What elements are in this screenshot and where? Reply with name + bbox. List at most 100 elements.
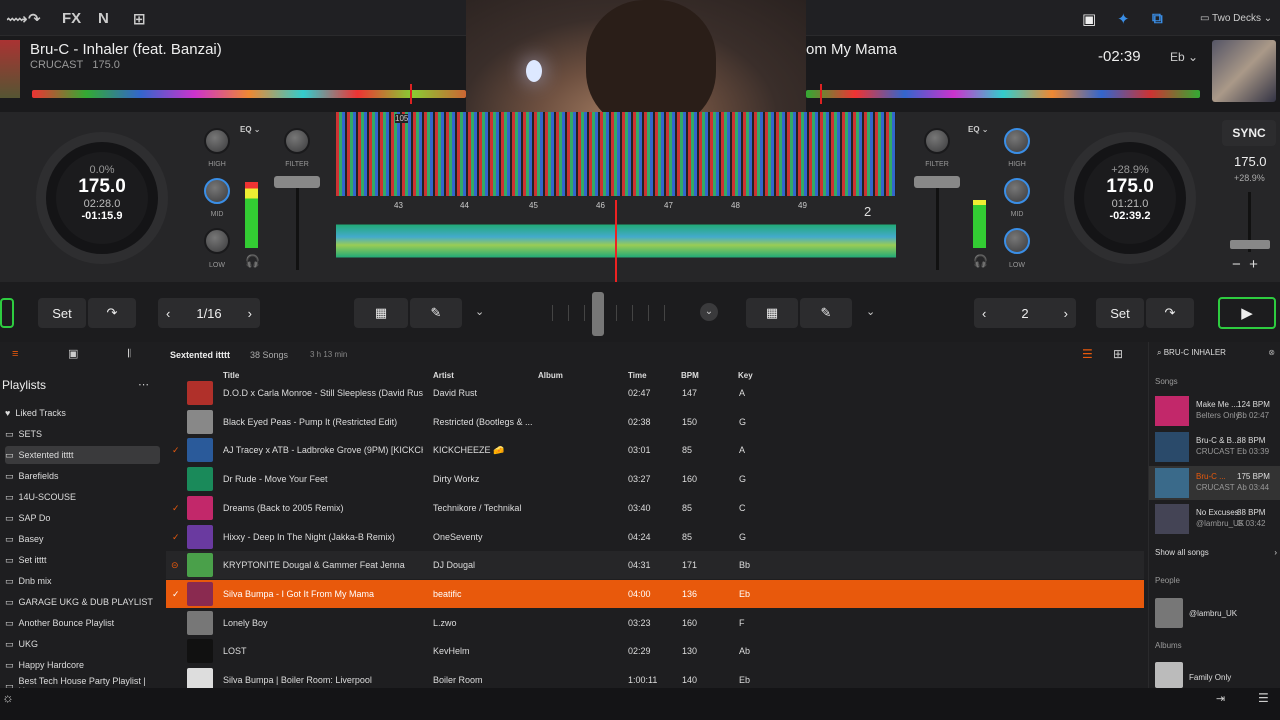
- table-row[interactable]: ✓ Dreams (Back to 2005 Remix) Technikore /…: [166, 494, 1144, 522]
- layout-icon[interactable]: ▣: [1082, 10, 1096, 28]
- deck-b-loop-control[interactable]: ‹ 2 ›: [974, 298, 1076, 328]
- deck-b-more-icon[interactable]: ⌄: [866, 305, 875, 318]
- table-row[interactable]: ⊝ KRYPTONITE Dougal & Gammer Feat Jenna DJ…: [166, 551, 1144, 580]
- track-key: A: [739, 388, 746, 398]
- table-row[interactable]: Black Eyed Peas - Pump It (Restricted Ed…: [166, 408, 1144, 436]
- search-song-item[interactable]: Make Me ... Belters Only 124 BPM Bb 02:47: [1149, 394, 1280, 428]
- deck-b-pitch-fader[interactable]: [1230, 240, 1270, 249]
- search-input[interactable]: ⌕ BRU-C INHALER ⊗: [1157, 348, 1277, 362]
- deck-b-elapsed: 01:21.0: [1111, 198, 1149, 210]
- deck-a-overview-waveform[interactable]: [32, 90, 466, 98]
- deck-a-filter-knob[interactable]: [284, 128, 310, 154]
- crossfader-handle[interactable]: [592, 292, 604, 336]
- deck-b-artwork: [1212, 40, 1276, 102]
- heart-icon: ♥: [5, 408, 11, 418]
- deck-a-set-button[interactable]: Set: [38, 298, 86, 328]
- table-row[interactable]: D.O.D x Carla Monroe - Still Sleepless (…: [166, 379, 1144, 407]
- table-row[interactable]: ✓ AJ Tracey x ATB - Ladbroke Grove (9PM) …: [166, 436, 1144, 464]
- check-icon: ✓: [172, 445, 180, 456]
- grid-icon[interactable]: ⊞: [133, 10, 146, 28]
- playlist-item[interactable]: ▭ GARAGE UKG & DUB PLAYLIST: [5, 593, 160, 611]
- automix-icon[interactable]: ↷: [28, 10, 41, 28]
- deck-b-high-knob[interactable]: [1004, 128, 1030, 154]
- deck-b-mid-knob[interactable]: [1004, 178, 1030, 204]
- deck-b-jog-wheel[interactable]: +28.9% 175.0 01:21.0 -02:39.2: [1064, 132, 1196, 264]
- queue-icon[interactable]: ⇥: [1216, 692, 1225, 705]
- track-time: 1:00:11: [628, 675, 658, 685]
- deck-a-high-knob[interactable]: [204, 128, 230, 154]
- playlist-item[interactable]: ▭ Happy Hardcore: [5, 656, 160, 674]
- grid-view-icon[interactable]: ⊞: [1113, 347, 1123, 361]
- playlist-item[interactable]: ▭ UKG: [5, 635, 160, 653]
- deck-b-play-button[interactable]: ▶: [1218, 297, 1276, 329]
- playlist-item[interactable]: ▭ Set itttt: [5, 551, 160, 569]
- deck-mode-select[interactable]: ▭ Two Decks ⌄: [1200, 13, 1272, 24]
- song-artwork: [1155, 468, 1189, 498]
- deck-b-headphone-icon[interactable]: 🎧: [973, 254, 988, 268]
- deck-b-overview-waveform[interactable]: [806, 90, 1200, 98]
- deck-a-cue-button[interactable]: ↷: [88, 298, 136, 328]
- show-all-songs-link[interactable]: Show all songs ›: [1155, 548, 1279, 557]
- deck-a-detail-waveform[interactable]: [336, 112, 896, 196]
- crossfade-icon[interactable]: ⟿: [6, 10, 28, 28]
- fx-button[interactable]: FX: [62, 10, 81, 27]
- deck-b-key[interactable]: Eb ⌄: [1170, 50, 1198, 64]
- playlist-item[interactable]: ▭ Another Bounce Playlist: [5, 614, 160, 632]
- playlist-item[interactable]: ♥ Liked Tracks: [5, 404, 160, 422]
- list-view-icon[interactable]: ☰: [1082, 347, 1093, 361]
- deck-b-low-knob[interactable]: [1004, 228, 1030, 254]
- waveform-icon[interactable]: ✦: [1117, 10, 1130, 28]
- deck-a-eq-select[interactable]: EQ ⌄: [240, 125, 261, 134]
- deck-a-mid-knob[interactable]: [204, 178, 230, 204]
- person-name[interactable]: @lambru_UK: [1189, 609, 1237, 618]
- library-tab-icon[interactable]: 𝄃: [128, 348, 130, 361]
- files-tab-icon[interactable]: ▣: [68, 347, 78, 360]
- crossfader-menu-icon[interactable]: ⌄: [700, 303, 718, 321]
- deck-a-edit-button[interactable]: ✎: [410, 298, 462, 328]
- search-song-item[interactable]: Bru-C ... CRUCAST 175 BPM Ab 03:44: [1149, 466, 1280, 500]
- deck-b-key-label: Eb: [1170, 50, 1185, 64]
- playlist-item[interactable]: ▭ SAP Do: [5, 509, 160, 527]
- settings-icon[interactable]: ☼: [2, 690, 14, 705]
- deck-a-low-knob[interactable]: [204, 228, 230, 254]
- playlist-item[interactable]: ▭ Basey: [5, 530, 160, 548]
- playlist-item[interactable]: ▭ Sextented itttt: [5, 446, 160, 464]
- deck-b-pitch-minus-plus[interactable]: − +: [1232, 256, 1258, 273]
- deck-a-play-button[interactable]: [0, 298, 14, 328]
- mixer-icon[interactable]: ⧉: [1152, 10, 1163, 27]
- playlist-item[interactable]: ▭ SETS: [5, 425, 160, 443]
- playlists-more-icon[interactable]: ⋯: [138, 378, 149, 391]
- table-row[interactable]: Lonely Boy L.zwo 03:23 160 F: [166, 609, 1144, 637]
- search-song-item[interactable]: Bru-C & B... CRUCAST 88 BPM Eb 03:39: [1149, 430, 1280, 464]
- deck-b-edit-button[interactable]: ✎: [800, 298, 852, 328]
- deck-a-more-icon[interactable]: ⌄: [475, 305, 484, 318]
- deck-a-headphone-icon[interactable]: 🎧: [245, 254, 260, 268]
- deck-a-loop-control[interactable]: ‹ 1/16 ›: [158, 298, 260, 328]
- playlists-tab-icon[interactable]: ≡: [12, 348, 18, 360]
- table-row[interactable]: ✓ Hixxy - Deep In The Night (Jakka-B Remi…: [166, 523, 1144, 551]
- deck-b-set-button[interactable]: Set: [1096, 298, 1144, 328]
- table-row[interactable]: ✓ Silva Bumpa - I Got It From My Mama beat…: [166, 579, 1144, 608]
- deck-b-filter-knob[interactable]: [924, 128, 950, 154]
- clear-search-icon[interactable]: ⊗: [1268, 348, 1275, 357]
- track-bpm: 130: [682, 646, 698, 657]
- deck-b-volume-fader[interactable]: [914, 176, 960, 188]
- deck-b-cue-button[interactable]: ↷: [1146, 298, 1194, 328]
- neural-mix-icon[interactable]: N: [98, 10, 109, 27]
- album-name[interactable]: Family Only: [1189, 673, 1231, 682]
- deck-a-elapsed: 02:28.0: [83, 198, 121, 210]
- playlist-item[interactable]: ▭ Barefields: [5, 467, 160, 485]
- table-row[interactable]: Dr Rude - Move Your Feet Dirty Workz 03:27…: [166, 465, 1144, 493]
- playlist-item[interactable]: ▭ Dnb mix: [5, 572, 160, 590]
- deck-b-bpm: 175.0: [1106, 176, 1154, 197]
- menu-icon[interactable]: ☰: [1258, 691, 1269, 705]
- search-song-item[interactable]: No Excuses @lambru_UK 88 BPM G 03:42: [1149, 502, 1280, 536]
- deck-a-jog-wheel[interactable]: 0.0% 175.0 02:28.0 -01:15.9: [36, 132, 168, 264]
- playlist-item[interactable]: ▭ 14U-SCOUSE: [5, 488, 160, 506]
- deck-b-eq-select[interactable]: EQ ⌄: [968, 125, 989, 134]
- deck-a-volume-fader[interactable]: [274, 176, 320, 188]
- table-row[interactable]: LOST KevHelm 02:29 130 Ab: [166, 637, 1144, 665]
- sync-button[interactable]: SYNC: [1222, 120, 1276, 146]
- deck-a-pads-button[interactable]: ▦: [354, 298, 408, 328]
- deck-b-pads-button[interactable]: ▦: [746, 298, 798, 328]
